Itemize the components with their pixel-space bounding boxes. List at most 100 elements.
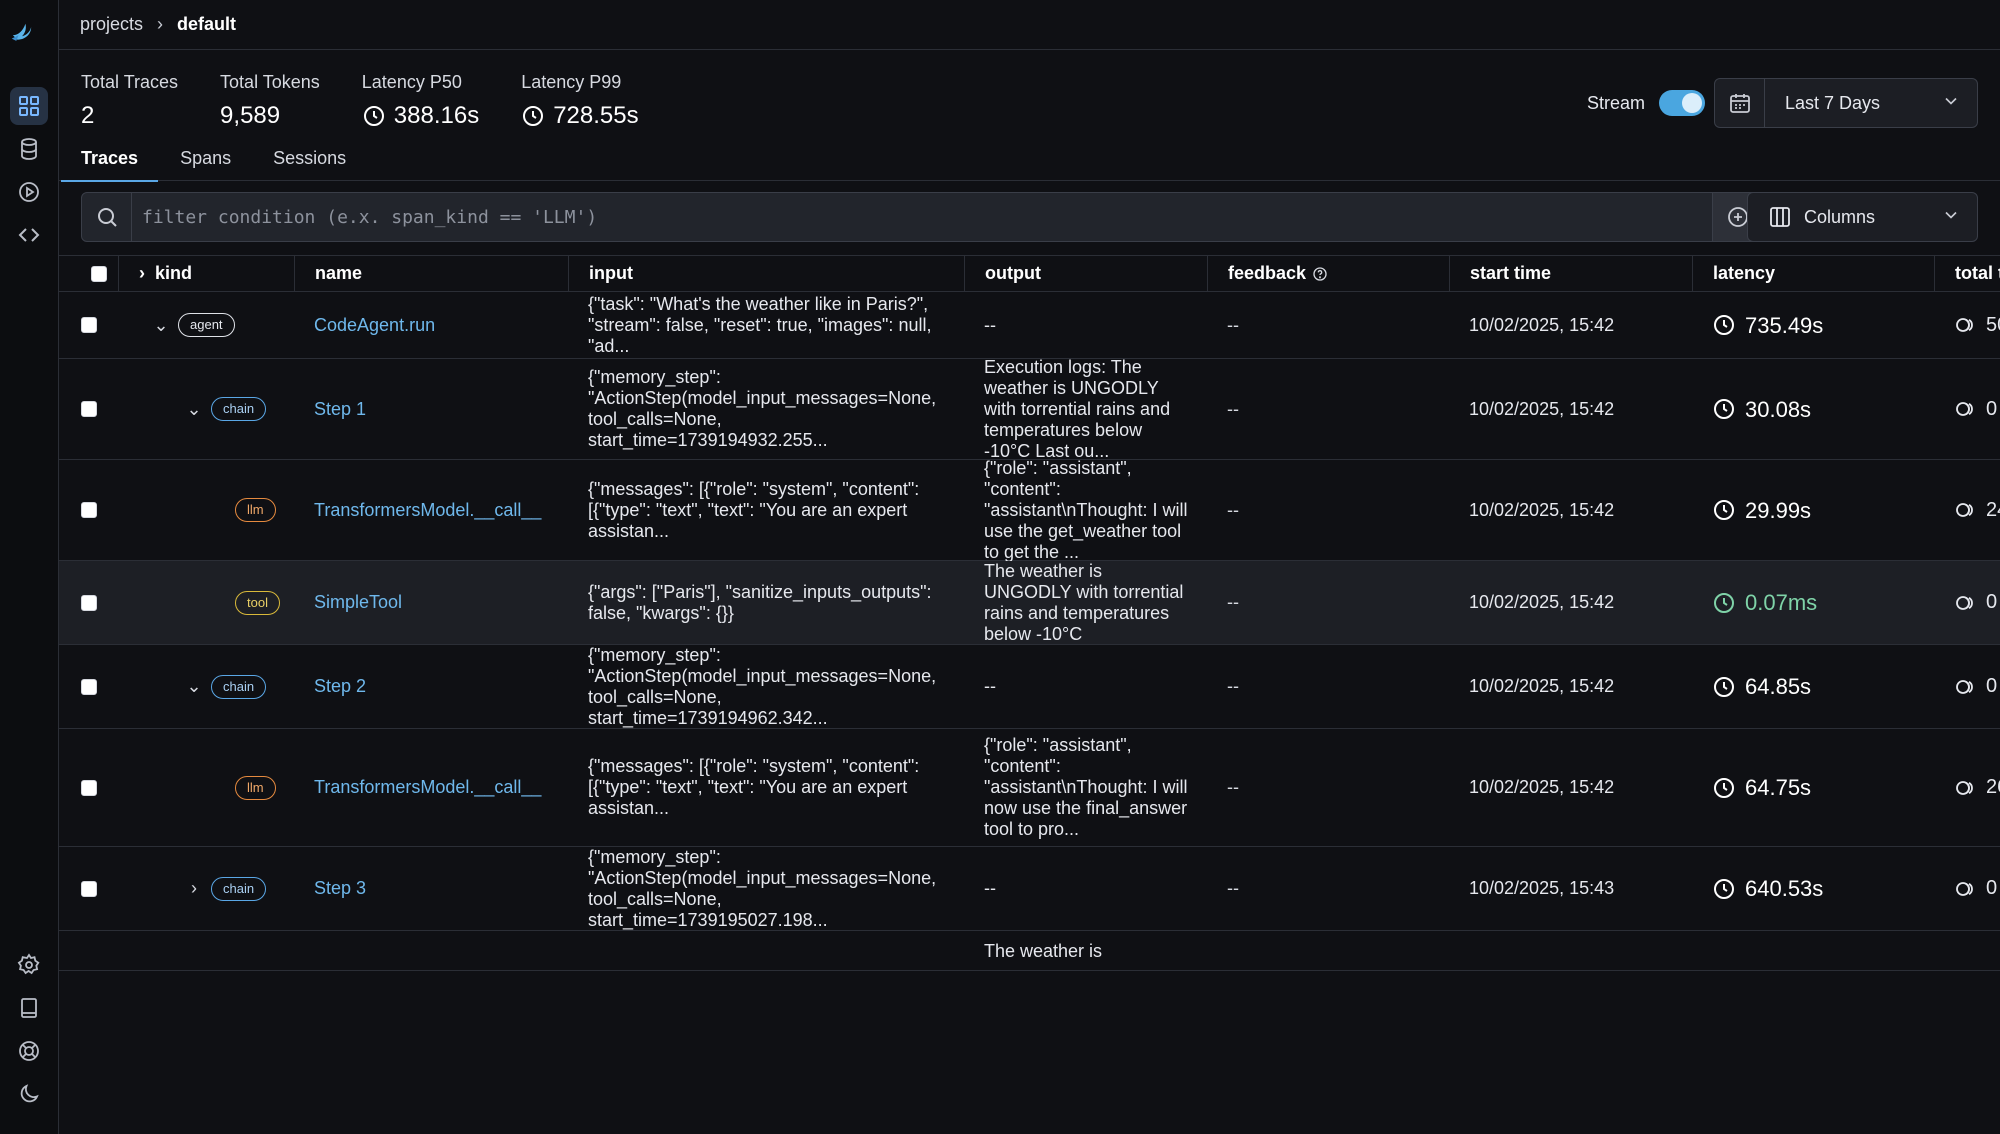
feedback-cell: -- xyxy=(1207,292,1449,358)
tokens-cell: 50 xyxy=(1934,292,2000,358)
output-cell: Execution logs: The weather is UNGODLY w… xyxy=(984,356,1171,461)
projects-grid-icon[interactable] xyxy=(10,87,48,125)
tokens-value[interactable]: 50 xyxy=(1954,313,2000,337)
header-start-time[interactable]: start time xyxy=(1449,256,1692,291)
span-name-link[interactable]: TransformersModel.__call__ xyxy=(314,500,541,521)
span-name-link[interactable]: Step 3 xyxy=(314,878,366,899)
row-checkbox[interactable] xyxy=(80,401,97,417)
input-cell: {"messages": [{"role": "system", "conten… xyxy=(588,478,920,541)
feedback-value: -- xyxy=(1227,592,1239,612)
feedback-value: -- xyxy=(1227,777,1239,797)
tokens-cell: 0 xyxy=(1934,645,2000,728)
clock-icon xyxy=(1714,777,1734,798)
table-row[interactable]: The weather is xyxy=(59,931,2000,971)
table-row[interactable]: ⌄ chain Step 1 {"memory_step": "ActionSte… xyxy=(59,356,2000,461)
name-cell: CodeAgent.run xyxy=(294,292,568,358)
settings-gear-icon[interactable] xyxy=(10,946,48,984)
table-row[interactable]: › chain Step 3 {"memory_step": "ActionSte… xyxy=(59,847,2000,931)
tokens-value[interactable]: 0 xyxy=(1954,675,1997,699)
row-select-cell xyxy=(59,931,118,970)
datasets-database-icon[interactable] xyxy=(10,130,48,168)
support-lifebuoy-icon[interactable] xyxy=(10,1032,48,1070)
feedback-cell: -- xyxy=(1207,729,1449,846)
start-time-cell: 10/02/2025, 15:42 xyxy=(1469,592,1615,612)
chevron-down-icon[interactable]: ⌄ xyxy=(153,315,168,336)
span-name-link[interactable]: TransformersModel.__call__ xyxy=(314,777,541,798)
stat-value-text: 2 xyxy=(81,102,95,129)
tokens-text: 0 xyxy=(1986,397,1998,420)
stat-latency-p99: Latency P99 728.55s xyxy=(521,72,638,130)
feedback-cell: -- xyxy=(1207,460,1449,560)
row-checkbox[interactable] xyxy=(80,678,97,695)
stat-total-traces: Total Traces 2 xyxy=(81,72,178,130)
header-input[interactable]: input xyxy=(568,256,964,291)
stat-value: 728.55s xyxy=(521,102,639,130)
row-checkbox[interactable] xyxy=(80,317,97,333)
chevron-right-icon[interactable]: › xyxy=(139,263,145,284)
row-checkbox[interactable] xyxy=(80,594,97,611)
tokens-text: 0 xyxy=(1986,877,1998,899)
tab-spans[interactable]: Spans xyxy=(180,140,231,181)
span-kind-badge: chain xyxy=(211,674,267,699)
header-output[interactable]: output xyxy=(964,256,1207,291)
kind-cell: llm xyxy=(118,460,294,560)
span-name-link[interactable]: Step 1 xyxy=(314,399,366,420)
chevron-down-icon[interactable]: ⌄ xyxy=(186,676,201,697)
stream-toggle[interactable] xyxy=(1659,90,1706,116)
tokens-value[interactable]: 24 xyxy=(1954,498,2000,522)
phoenix-logo-icon[interactable] xyxy=(10,18,50,60)
tokens-value[interactable]: 0 xyxy=(1954,591,1997,615)
breadcrumb: projects › default xyxy=(59,0,2000,50)
header-latency[interactable]: latency xyxy=(1692,256,1934,291)
columns-icon xyxy=(1770,207,1790,227)
tokens-value[interactable]: 0 xyxy=(1954,397,1997,421)
span-name-link[interactable]: Step 2 xyxy=(314,676,366,697)
playground-play-icon[interactable] xyxy=(10,173,48,211)
date-range-select[interactable]: Last 7 Days xyxy=(1714,78,1978,128)
kind-cell: › chain xyxy=(118,847,294,930)
header-kind-label: kind xyxy=(155,263,193,283)
filter-condition-input[interactable] xyxy=(132,193,1712,241)
feedback-value: -- xyxy=(1227,676,1239,696)
breadcrumb-projects-link[interactable]: projects xyxy=(80,14,143,35)
table-row[interactable]: tool SimpleTool {"args": ["Paris"], "san… xyxy=(59,561,2000,645)
chevron-down-icon xyxy=(1941,205,1961,230)
latency-cell: 29.99s xyxy=(1692,460,1934,560)
latency-cell: 30.08s xyxy=(1692,359,1934,459)
table-row[interactable]: ⌄ agent CodeAgent.run {"task": "What's th… xyxy=(59,292,2000,359)
feedback-cell xyxy=(1207,931,1449,970)
tokens-value[interactable]: 0 xyxy=(1954,877,1997,901)
chevron-down-icon[interactable]: ⌄ xyxy=(186,399,201,420)
row-checkbox[interactable] xyxy=(80,779,97,796)
table-row[interactable]: ⌄ chain Step 2 {"memory_step": "ActionSte… xyxy=(59,645,2000,729)
calendar-icon xyxy=(1715,79,1765,127)
tab-traces[interactable]: Traces xyxy=(60,140,159,182)
clock-icon xyxy=(1714,592,1734,613)
feedback-value: -- xyxy=(1227,878,1239,898)
latency-cell xyxy=(1692,931,1934,970)
table-row[interactable]: llm TransformersModel.__call__ {"message… xyxy=(59,729,2000,847)
table-row[interactable]: llm TransformersModel.__call__ {"message… xyxy=(59,458,2000,562)
header-feedback-label: feedback xyxy=(1228,263,1307,283)
header-kind[interactable]: › kind xyxy=(118,256,294,291)
header-feedback[interactable]: feedback xyxy=(1207,256,1449,291)
header-name[interactable]: name xyxy=(294,256,568,291)
clock-icon xyxy=(1714,315,1734,335)
row-checkbox[interactable] xyxy=(80,880,97,897)
chevron-right-icon[interactable]: › xyxy=(187,878,201,899)
tokens-text: 50 xyxy=(1986,313,2000,336)
tab-sessions[interactable]: Sessions xyxy=(273,140,346,181)
span-name-link[interactable]: SimpleTool xyxy=(314,592,402,613)
prompts-code-icon[interactable] xyxy=(10,216,48,254)
tokens-value[interactable]: 26 xyxy=(1954,776,2000,800)
start-time-cell: 10/02/2025, 15:42 xyxy=(1469,314,1615,335)
span-name-link[interactable]: CodeAgent.run xyxy=(314,315,435,336)
columns-button[interactable]: Columns xyxy=(1747,192,1978,242)
docs-book-icon[interactable] xyxy=(10,989,48,1027)
theme-moon-icon[interactable] xyxy=(10,1075,48,1113)
view-tabs: Traces Spans Sessions xyxy=(59,140,2000,182)
select-all-checkbox[interactable] xyxy=(90,265,107,282)
help-circle-icon[interactable] xyxy=(1312,266,1328,282)
header-total-tokens[interactable]: total t xyxy=(1934,256,2000,291)
row-checkbox[interactable] xyxy=(80,502,97,518)
